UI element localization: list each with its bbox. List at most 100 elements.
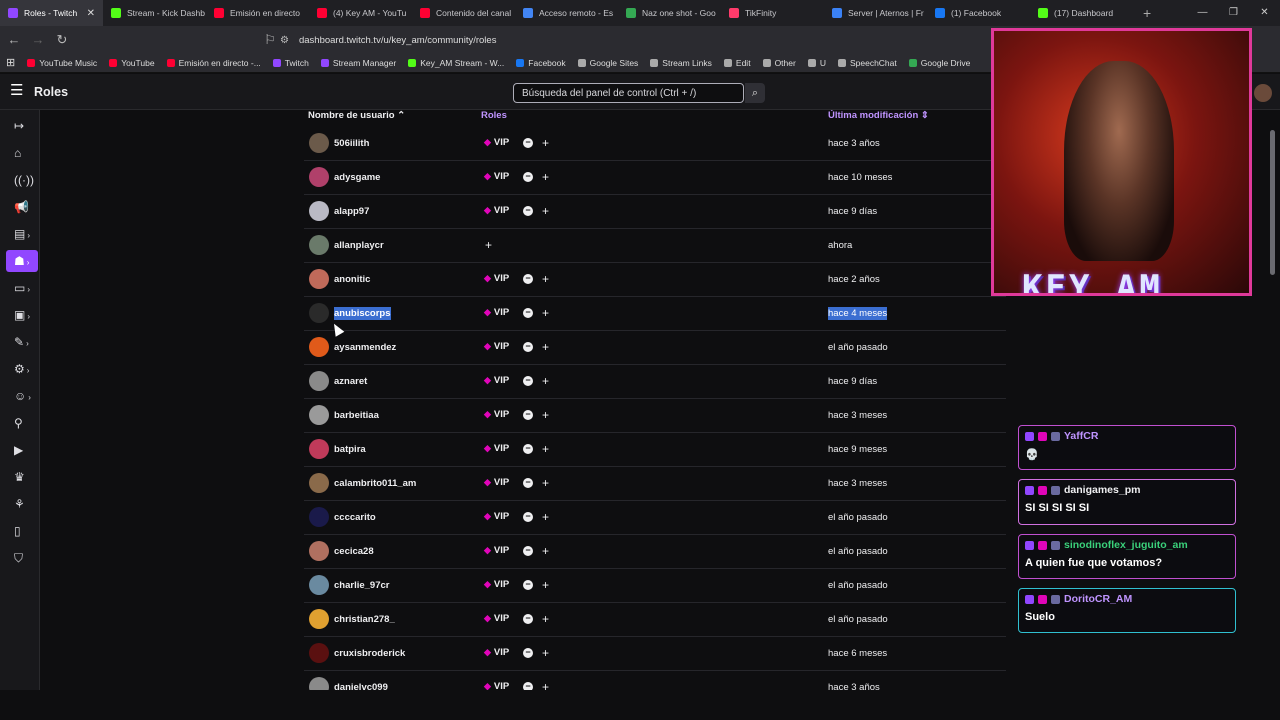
username[interactable]: 506iilith [334, 138, 369, 149]
insights-icon[interactable]: ▤ › [6, 223, 38, 245]
remove-role-button[interactable]: − [523, 376, 533, 386]
bookmark-item[interactable]: U [802, 58, 832, 68]
site-info-icon[interactable]: ⚙ [280, 35, 289, 46]
browser-tab[interactable]: Acceso remoto - Es [515, 0, 618, 26]
apps-icon[interactable]: ⊞ [0, 56, 21, 69]
username[interactable]: charlie_97cr [334, 580, 389, 591]
settings-icon[interactable]: ⚙ › [6, 358, 38, 380]
new-tab-icon[interactable]: + [1133, 5, 1161, 21]
remove-role-button[interactable]: − [523, 478, 533, 488]
username[interactable]: aysanmendez [334, 342, 396, 353]
username[interactable]: danielvc099 [334, 682, 388, 690]
browser-tab[interactable]: Contenido del canal [412, 0, 515, 26]
bookmark-icon[interactable]: ⚐ [260, 32, 280, 48]
dashboard-search-input[interactable]: Búsqueda del panel de control (Ctrl + /) [513, 83, 744, 103]
column-modified[interactable]: Última modificación ⇕ [828, 110, 929, 121]
video-icon[interactable]: ▶ [6, 439, 38, 461]
add-role-button[interactable]: + [542, 544, 549, 558]
bookmark-item[interactable]: Emisión en directo -... [161, 58, 267, 68]
username[interactable]: allanplaycr [334, 240, 384, 251]
add-role-button[interactable]: + [542, 646, 549, 660]
username[interactable]: adysgame [334, 172, 380, 183]
bookmark-item[interactable]: Other [757, 58, 802, 68]
add-role-button[interactable]: + [542, 680, 549, 690]
restore-icon[interactable]: ❐ [1218, 0, 1249, 26]
remove-role-button[interactable]: − [523, 410, 533, 420]
page-scrollbar[interactable] [1270, 130, 1275, 275]
bookmark-item[interactable]: Facebook [510, 58, 571, 68]
remove-role-button[interactable]: − [523, 682, 533, 690]
viewer-rewards-icon[interactable]: ☺ › [6, 385, 38, 407]
creator-tools-icon[interactable]: ✎ › [6, 331, 38, 353]
username[interactable]: batpira [334, 444, 366, 455]
add-user-icon[interactable]: ⚲ [6, 412, 38, 434]
close-window-icon[interactable]: ✕ [1249, 0, 1280, 26]
username[interactable]: anonitic [334, 274, 370, 285]
add-role-button[interactable]: + [542, 374, 549, 388]
username[interactable]: cecica28 [334, 546, 374, 557]
add-role-button[interactable]: + [542, 340, 549, 354]
content-icon[interactable]: ▭ › [6, 277, 38, 299]
safety-icon[interactable]: ⛉ [6, 547, 38, 569]
browser-tab[interactable]: TikFinity [721, 0, 824, 26]
bookmark-item[interactable]: Key_AM Stream - W... [402, 58, 510, 68]
remove-role-button[interactable]: − [523, 274, 533, 284]
column-username[interactable]: Nombre de usuario ⌃ [308, 110, 405, 121]
bookmark-item[interactable]: YouTube Music [21, 58, 103, 68]
remove-role-button[interactable]: − [523, 648, 533, 658]
avatar[interactable] [1254, 84, 1272, 102]
browser-tab[interactable]: Naz one shot - Goo [618, 0, 721, 26]
search-icon[interactable]: ⌕ [745, 83, 765, 103]
remove-role-button[interactable]: − [523, 444, 533, 454]
url-field[interactable]: ⚙ dashboard.twitch.tv/u/key_am/community… [280, 31, 980, 49]
username[interactable]: aznaret [334, 376, 367, 387]
home-icon[interactable]: ⌂ [6, 142, 38, 164]
add-role-button[interactable]: + [542, 408, 549, 422]
username[interactable]: anubiscorps [334, 307, 391, 320]
bookmark-item[interactable]: Google Sites [572, 58, 645, 68]
stream-icon[interactable]: ((·)) [6, 169, 38, 191]
extensions-icon[interactable]: ⚘ [6, 493, 38, 515]
browser-tab[interactable]: (17) Dashboard [1030, 0, 1133, 26]
remove-role-button[interactable]: − [523, 580, 533, 590]
remove-role-button[interactable]: − [523, 614, 533, 624]
remove-role-button[interactable]: − [523, 308, 533, 318]
remove-role-button[interactable]: − [523, 342, 533, 352]
username[interactable]: ccccarito [334, 512, 376, 523]
community-icon[interactable]: ☗ › [6, 250, 38, 272]
add-role-button[interactable]: + [542, 136, 549, 150]
add-role-button[interactable]: + [542, 306, 549, 320]
add-role-button[interactable]: + [542, 442, 549, 456]
browser-tab[interactable]: Emisión en directo [206, 0, 309, 26]
guide-icon[interactable]: ▯ [6, 520, 38, 542]
add-role-button[interactable]: + [542, 510, 549, 524]
promote-icon[interactable]: 📢 [6, 196, 38, 218]
bookmark-item[interactable]: SpeechChat [832, 58, 903, 68]
add-role-button[interactable]: + [542, 476, 549, 490]
bookmark-item[interactable]: Twitch [267, 58, 315, 68]
remove-role-button[interactable]: − [523, 172, 533, 182]
bookmark-item[interactable]: Stream Manager [315, 58, 402, 68]
add-role-button[interactable]: + [542, 578, 549, 592]
browser-tab[interactable]: Roles - Twitch ✕ [0, 0, 103, 26]
username[interactable]: alapp97 [334, 206, 369, 217]
remove-role-button[interactable]: − [523, 138, 533, 148]
add-role-button[interactable]: + [542, 170, 549, 184]
menu-icon[interactable]: ☰ [10, 83, 26, 98]
minimize-icon[interactable]: — [1187, 0, 1218, 26]
close-tab-icon[interactable]: ✕ [87, 8, 95, 19]
add-role-button[interactable]: + [542, 204, 549, 218]
bookmark-item[interactable]: YouTube [103, 58, 160, 68]
forward-icon[interactable]: → [28, 32, 48, 47]
browser-tab[interactable]: (1) Facebook [927, 0, 1030, 26]
reload-icon[interactable]: ↻ [52, 32, 72, 48]
bookmark-item[interactable]: Stream Links [644, 58, 718, 68]
remove-role-button[interactable]: − [523, 512, 533, 522]
add-role-button[interactable]: + [542, 612, 549, 626]
achievements-icon[interactable]: ♛ [6, 466, 38, 488]
add-role-button[interactable]: + [485, 238, 492, 252]
monetization-icon[interactable]: ▣ › [6, 304, 38, 326]
bookmark-item[interactable]: Google Drive [903, 58, 977, 68]
browser-tab[interactable]: Server | Aternos | Fr [824, 0, 927, 26]
add-role-button[interactable]: + [542, 272, 549, 286]
